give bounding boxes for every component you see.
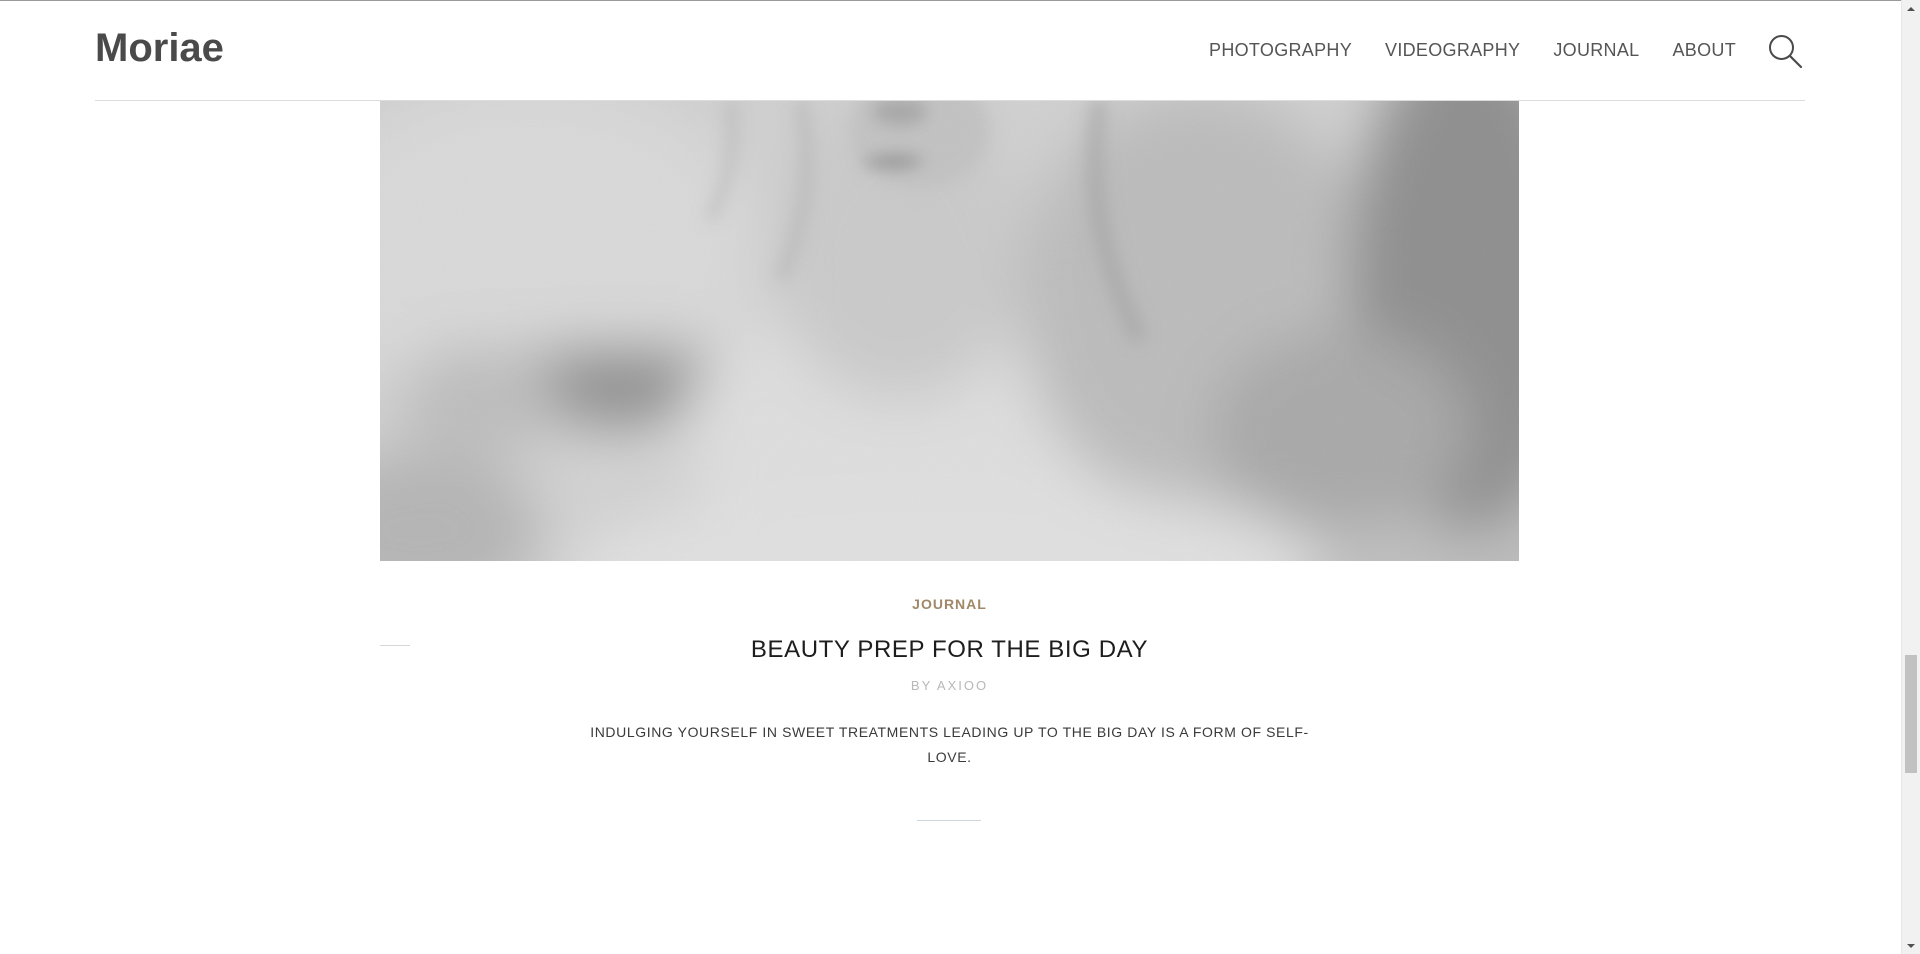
post-featured-image[interactable] [380,100,1519,561]
vertical-scrollbar[interactable] [1901,0,1920,954]
divider [917,820,981,821]
main-nav: PHOTOGRAPHY VIDEOGRAPHY JOURNAL ABOUT [1209,1,1805,100]
photo-image [380,100,1519,561]
chevron-down-icon [1907,943,1915,948]
page-viewport: Moriae PHOTOGRAPHY VIDEOGRAPHY JOURNAL A… [0,0,1901,954]
scroll-up-button[interactable] [1902,0,1920,17]
post-excerpt: INDULGING YOURSELF IN SWEET TREATMENTS L… [590,724,1309,765]
search-button[interactable] [1765,31,1805,71]
nav-item-photography[interactable]: PHOTOGRAPHY [1209,40,1352,61]
post-category-link[interactable]: JOURNAL [380,596,1519,612]
chevron-up-icon [1907,6,1915,11]
nav-item-journal[interactable]: JOURNAL [1553,40,1639,61]
site-logo[interactable]: Moriae [95,26,224,71]
scroll-down-button[interactable] [1902,937,1920,954]
site-header: Moriae PHOTOGRAPHY VIDEOGRAPHY JOURNAL A… [95,1,1805,101]
post-author: BY AXIOO [910,678,989,693]
nav-item-videography[interactable]: VIDEOGRAPHY [1385,40,1520,61]
search-icon [1769,34,1803,68]
post-title[interactable]: BEAUTY PREP FOR THE BIG DAY [380,636,1519,664]
scroll-thumb[interactable] [1905,655,1917,773]
nav-item-about[interactable]: ABOUT [1672,40,1736,61]
